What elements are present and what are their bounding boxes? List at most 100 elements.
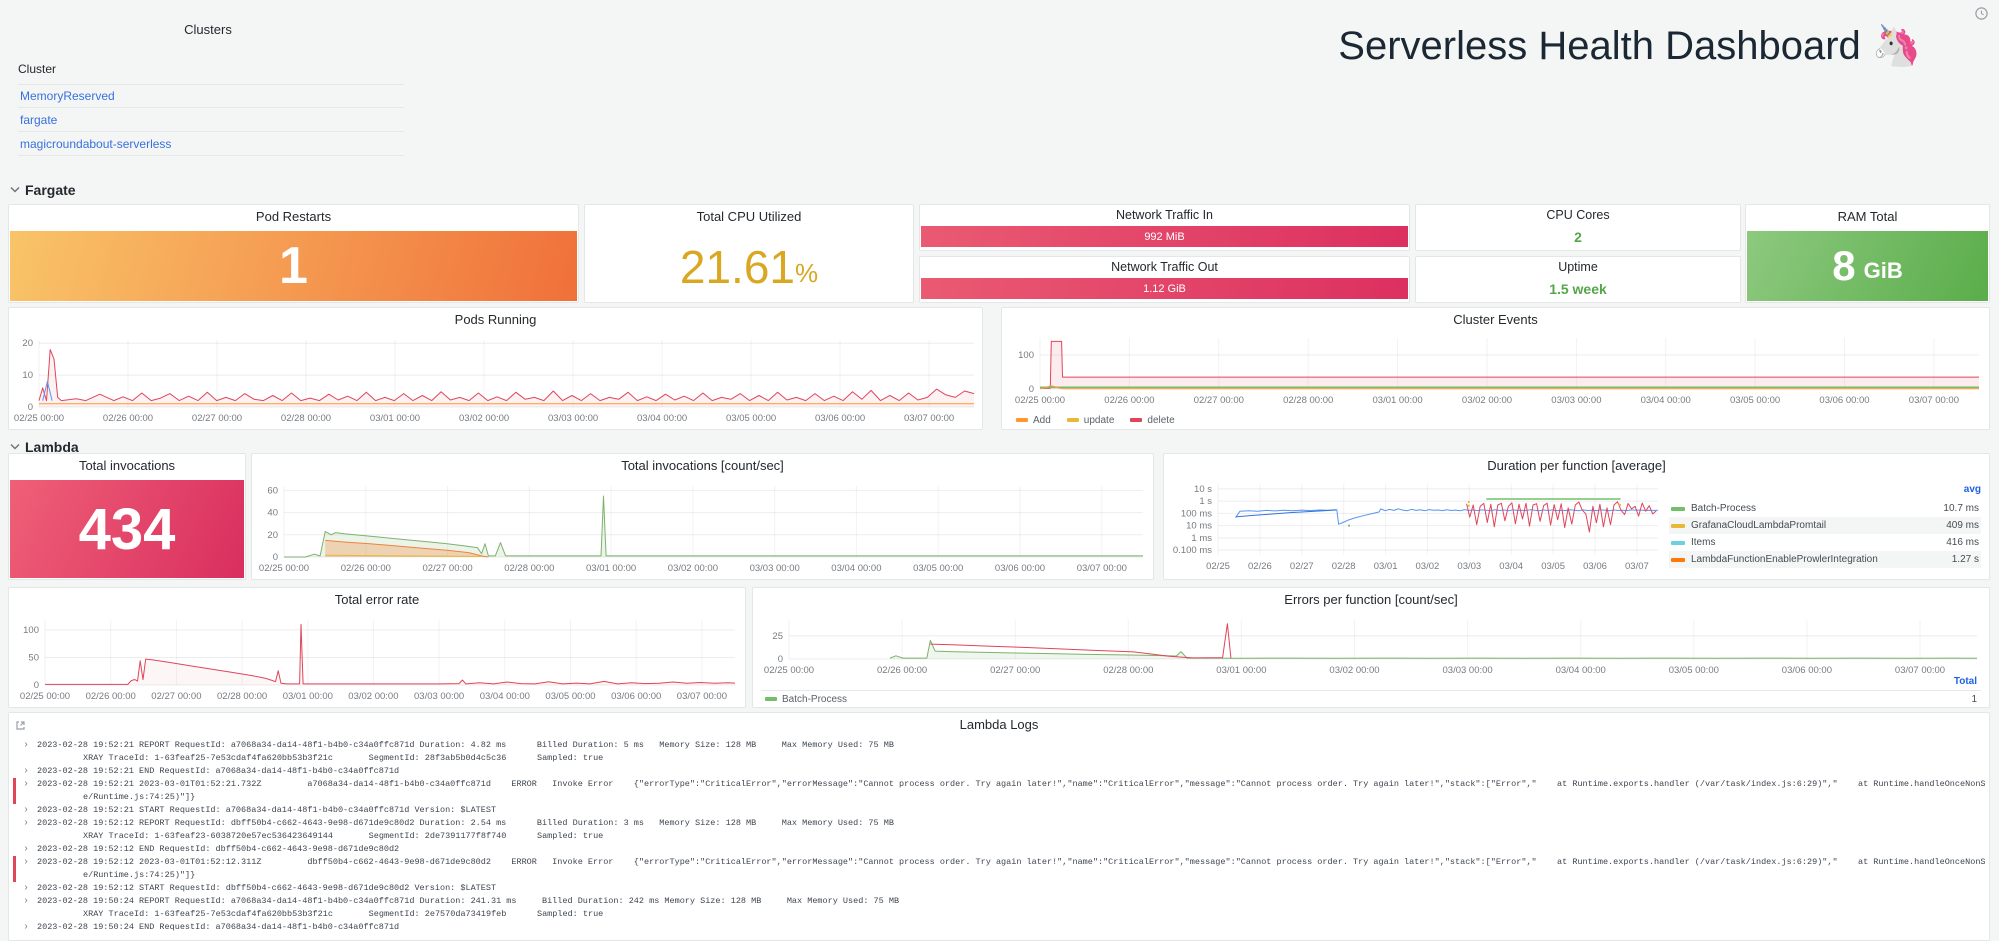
svg-text:02/26: 02/26	[1248, 561, 1272, 572]
series-label: LambdaFunctionEnableProwlerIntegration	[1691, 554, 1952, 565]
log-line[interactable]: ›2023-02-28 19:50:24 END RequestId: a706…	[13, 921, 1985, 934]
errors-legend-total-header[interactable]: Total	[1954, 676, 1977, 687]
cpu-cores-panel: CPU Cores 2	[1415, 204, 1741, 251]
ram-total-panel: RAM Total 8 GiB	[1745, 204, 1990, 303]
legend-item[interactable]: delete	[1130, 415, 1174, 426]
expand-log-row-icon[interactable]: ›	[23, 856, 29, 869]
panel-title[interactable]: Total invocations	[9, 458, 245, 473]
svg-text:03/06 00:00: 03/06 00:00	[995, 563, 1045, 574]
panel-title[interactable]: Total CPU Utilized	[585, 209, 913, 224]
expand-log-row-icon[interactable]: ›	[23, 739, 29, 752]
expand-log-row-icon[interactable]: ›	[23, 882, 29, 895]
svg-text:03/05 00:00: 03/05 00:00	[726, 413, 776, 424]
cluster-table-row[interactable]: fargate	[18, 108, 404, 132]
log-line[interactable]: XRAY TraceId: 1-63feaf23-6038720e57ec536…	[13, 830, 1985, 843]
svg-text:02/28 00:00: 02/28 00:00	[217, 691, 267, 702]
dashboard: Serverless Health Dashboard 🦄 Clusters C…	[0, 0, 1999, 941]
duration-legend-row[interactable]: GrafanaCloudLambdaPromtail409 ms	[1669, 517, 1981, 534]
svg-text:03/02 00:00: 03/02 00:00	[459, 413, 509, 424]
log-line[interactable]: XRAY TraceId: 1-63feaf25-7e53cdaf4fa620b…	[13, 908, 1985, 921]
svg-text:03/04 00:00: 03/04 00:00	[831, 563, 881, 574]
panel-title[interactable]: Network Traffic In	[920, 208, 1409, 222]
expand-log-row-icon[interactable]: ›	[23, 778, 29, 791]
cluster-table-row[interactable]: MemoryReserved	[18, 84, 404, 108]
log-text: 2023-02-28 19:52:21 REPORT RequestId: a7…	[37, 740, 894, 750]
log-line[interactable]: ›2023-02-28 19:52:21 2023-03-01T01:52:21…	[13, 778, 1985, 791]
log-line[interactable]: › 2023-02-28 19:52:12 2023-03-01T01:52:12…	[13, 856, 1985, 869]
section-header-fargate[interactable]: Fargate	[10, 182, 76, 198]
panel-title[interactable]: RAM Total	[1746, 209, 1989, 224]
panel-title[interactable]: Uptime	[1416, 260, 1740, 274]
legend-item[interactable]: update	[1067, 415, 1115, 426]
svg-text:03/03: 03/03	[1457, 561, 1481, 572]
log-text: 2023-02-28 19:52:12 START RequestId: dbf…	[37, 883, 496, 893]
expand-log-row-icon[interactable]: ›	[23, 765, 29, 778]
errors-per-function-panel: Errors per function [count/sec] 02/25 00…	[752, 587, 1990, 708]
svg-text:03/07 00:00: 03/07 00:00	[1909, 395, 1959, 406]
log-line[interactable]: e/Runtime.js:74:25)"]}	[13, 791, 1985, 804]
log-line[interactable]: › 2023-02-28 19:52:21 REPORT RequestId: a…	[13, 739, 1985, 752]
log-text: e/Runtime.js:74:25)"]}	[83, 792, 195, 802]
panel-title[interactable]: Network Traffic Out	[920, 260, 1409, 274]
cluster-link[interactable]: fargate	[20, 113, 57, 127]
legend-item[interactable]: Add	[1016, 415, 1051, 426]
uptime-panel: Uptime 1.5 week	[1415, 256, 1741, 303]
expand-log-row-icon[interactable]: ›	[23, 921, 29, 934]
page-title: Serverless Health Dashboard 🦄	[1260, 22, 1999, 69]
duration-legend-row[interactable]: LambdaFunctionEnableProwlerIntegration1.…	[1669, 551, 1981, 568]
svg-text:03/01 00:00: 03/01 00:00	[370, 413, 420, 424]
svg-text:03/02 00:00: 03/02 00:00	[1462, 395, 1512, 406]
duration-legend-row[interactable]: Batch-Process10.7 ms	[1669, 500, 1981, 517]
chevron-down-icon	[10, 442, 20, 453]
section-label: Fargate	[25, 182, 76, 198]
svg-text:02/26 00:00: 02/26 00:00	[1104, 395, 1154, 406]
clusters-column-header[interactable]: Cluster	[18, 62, 404, 85]
expand-log-row-icon[interactable]: ›	[23, 804, 29, 817]
cluster-table-row[interactable]: magicroundabout-serverless	[18, 132, 404, 156]
cluster-link[interactable]: MemoryReserved	[20, 89, 115, 103]
total-invocations-panel: Total invocations 434	[8, 453, 246, 580]
panel-title[interactable]: Lambda Logs	[9, 717, 1989, 732]
clusters-table-body: MemoryReserved fargate magicroundabout-ser…	[18, 84, 404, 156]
panel-title[interactable]: Pod Restarts	[9, 209, 578, 224]
log-line[interactable]: ›2023-02-28 19:52:21 END RequestId: a706…	[13, 765, 1985, 778]
panel-title[interactable]: CPU Cores	[1416, 208, 1740, 222]
svg-text:50: 50	[28, 653, 39, 664]
stat-value: 992 MiB	[1144, 231, 1184, 243]
expand-log-row-icon[interactable]: ›	[23, 817, 29, 830]
duration-legend-row[interactable]: Items416 ms	[1669, 534, 1981, 551]
svg-text:02/28 00:00: 02/28 00:00	[504, 563, 554, 574]
log-line[interactable]: › 2023-02-28 19:52:12 START RequestId: db…	[13, 882, 1985, 895]
log-lines: › 2023-02-28 19:52:21 REPORT RequestId: a…	[13, 739, 1985, 940]
errors-legend-series[interactable]: Batch-Process	[765, 694, 847, 705]
stat-value: 8	[1832, 242, 1855, 290]
expand-log-row-icon[interactable]: ›	[23, 895, 29, 908]
svg-text:03/05 00:00: 03/05 00:00	[1669, 665, 1719, 676]
series-swatch	[1671, 524, 1685, 528]
log-line[interactable]: ›2023-02-28 19:52:12 REPORT RequestId: d…	[13, 817, 1985, 830]
series-label: Batch-Process	[782, 694, 847, 705]
stat-value: 21.61	[680, 240, 795, 294]
network-out-panel: Network Traffic Out 1.12 GiB	[919, 256, 1410, 303]
errors-legend-total-value: 1	[1971, 694, 1977, 705]
log-text: 2023-02-28 19:52:12 2023-03-01T01:52:12.…	[37, 857, 1985, 867]
log-line[interactable]: ›2023-02-28 19:52:21 START RequestId: a7…	[13, 804, 1985, 817]
series-avg-value: 409 ms	[1946, 520, 1979, 531]
duration-legend-avg-header[interactable]: avg	[1669, 484, 1981, 500]
svg-text:03/07 00:00: 03/07 00:00	[1895, 665, 1945, 676]
duration-chart[interactable]: 02/2502/2602/2702/2803/0103/0203/0303/04…	[1164, 454, 1664, 579]
pods-running-chart[interactable]: 02/25 00:0002/26 00:0002/27 00:0002/28 0…	[9, 308, 982, 429]
panel-title[interactable]: Clusters	[8, 22, 408, 37]
expand-log-row-icon[interactable]: ›	[23, 843, 29, 856]
cluster-events-chart[interactable]: 02/25 00:0002/26 00:0002/27 00:0002/28 0…	[1002, 308, 1989, 429]
log-line[interactable]: ›2023-02-28 19:50:24 REPORT RequestId: a…	[13, 895, 1985, 908]
log-line[interactable]: ›2023-02-28 19:52:12 END RequestId: dbff…	[13, 843, 1985, 856]
svg-text:40: 40	[267, 508, 278, 519]
cluster-link[interactable]: magicroundabout-serverless	[20, 137, 171, 151]
total-cpu-value-block: 21.61 %	[585, 231, 913, 302]
svg-text:20: 20	[267, 530, 278, 541]
invocations-cps-chart[interactable]: 02/25 00:0002/26 00:0002/27 00:0002/28 0…	[252, 454, 1153, 579]
log-line[interactable]: XRAY TraceId: 1-63feaf25-7e53cdaf4fa620b…	[13, 752, 1985, 765]
log-line[interactable]: e/Runtime.js:74:25)"]}	[13, 869, 1985, 882]
error-rate-chart[interactable]: 02/25 00:0002/26 00:0002/27 00:0002/28 0…	[9, 588, 745, 707]
